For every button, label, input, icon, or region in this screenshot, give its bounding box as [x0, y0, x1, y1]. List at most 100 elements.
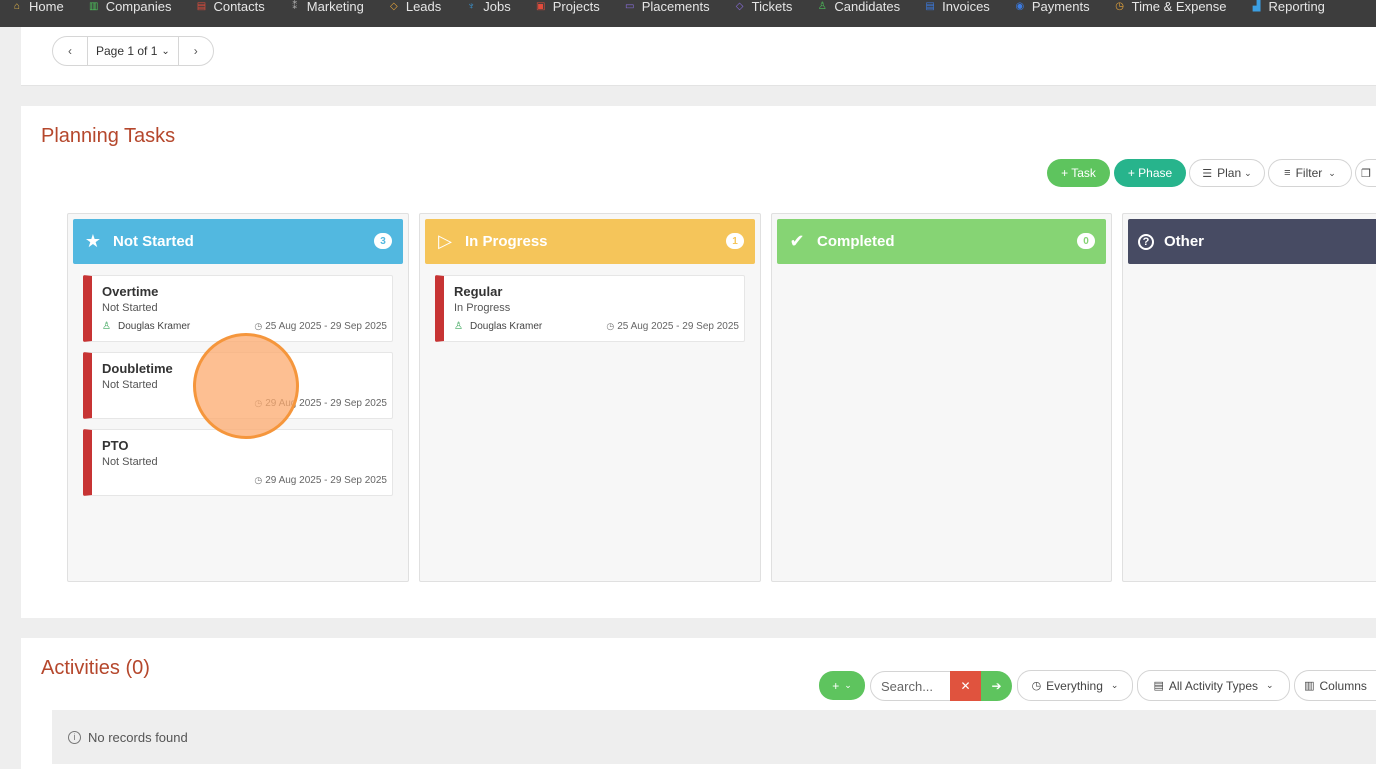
column-header-not-started: ★ Not Started 3: [73, 219, 403, 264]
nav-item-companies[interactable]: ▥ Companies: [89, 0, 172, 20]
column-count-badge: 0: [1077, 233, 1095, 249]
add-task-button[interactable]: + Task: [1047, 159, 1110, 187]
plan-dropdown[interactable]: ☰ Plan ⌄: [1189, 159, 1265, 187]
search-go-button[interactable]: ➔: [981, 671, 1012, 701]
nav-item-label: Invoices: [942, 0, 990, 14]
check-icon: ✔: [789, 231, 805, 251]
nav-item-contacts[interactable]: ▤ Contacts: [196, 0, 265, 20]
broadcast-icon: ⁑: [292, 0, 298, 12]
plan-label: Plan: [1217, 166, 1242, 180]
home-icon: ⌂: [13, 0, 21, 12]
task-status: In Progress: [454, 302, 511, 314]
add-activity-button[interactable]: + ⌄: [819, 671, 865, 700]
task-dates: ◷ 25 Aug 2025 - 29 Sep 2025: [606, 321, 739, 332]
page-select[interactable]: Page 1 of 1 ⌄: [87, 37, 179, 65]
clipboard-icon: ▣: [536, 0, 546, 12]
column-header-other: ? Other: [1128, 219, 1376, 264]
column-count-badge: 1: [726, 233, 744, 249]
nav-item-label: Home: [29, 0, 64, 14]
date-range: 29 Aug 2025 - 29 Sep 2025: [265, 475, 387, 486]
no-records-message: i No records found: [52, 710, 1376, 764]
bar-chart-icon: ▟: [1252, 0, 1261, 12]
nav-item-label: Placements: [641, 0, 710, 14]
activity-types-dropdown[interactable]: ▤ All Activity Types ⌄: [1137, 670, 1290, 701]
next-page-button[interactable]: ›: [179, 37, 213, 65]
calendar-icon: ▤: [1153, 680, 1164, 692]
sliders-icon: ☰: [1202, 167, 1213, 180]
activity-search-input[interactable]: Search...: [870, 671, 951, 701]
task-card-pto[interactable]: PTO Not Started ◷ 29 Aug 2025 - 29 Sep 2…: [83, 429, 393, 496]
task-status: Not Started: [102, 456, 158, 468]
nav-item-label: Leads: [405, 0, 442, 14]
page-label: Page 1 of 1: [96, 44, 158, 58]
contact-book-icon: ▤: [196, 0, 207, 12]
click-indicator: [193, 333, 299, 439]
columns-icon: ▥: [1304, 680, 1315, 692]
clock-icon: ◷: [254, 475, 263, 485]
info-icon: i: [68, 730, 81, 744]
nav-item-label: Contacts: [213, 0, 265, 14]
nav-item-tickets[interactable]: ◇ Tickets: [735, 0, 793, 20]
trophy-icon: ♆: [467, 0, 476, 12]
nav-item-reporting[interactable]: ▟ Reporting: [1252, 0, 1325, 20]
nav-item-projects[interactable]: ▣ Projects: [536, 0, 600, 20]
task-dates: ◷ 29 Aug 2025 - 29 Sep 2025: [254, 475, 387, 486]
nav-item-label: Companies: [105, 0, 172, 14]
column-title: Completed: [817, 233, 895, 250]
briefcase-icon: ▭: [624, 0, 635, 12]
chevron-down-icon: ⌄: [161, 45, 170, 57]
clock-icon: ◷: [1115, 0, 1124, 12]
pager: ‹ Page 1 of 1 ⌄ ›: [52, 36, 214, 66]
activities-title: Activities (0): [41, 657, 150, 679]
filter-dropdown[interactable]: ≡ Filter ⌄: [1268, 159, 1352, 187]
board-column-other: ? Other: [1122, 213, 1376, 582]
task-card-overtime[interactable]: Overtime Not Started ♙ Douglas Kramer ◷ …: [83, 275, 393, 342]
previous-page-button[interactable]: ‹: [53, 37, 87, 65]
copy-icon: ❐: [1361, 167, 1371, 180]
clock-icon: ◷: [254, 321, 263, 331]
chevron-down-icon: ⌄: [844, 680, 852, 690]
top-navigation: ⌂ Home ▥ Companies ▤ Contacts ⁑ Marketing ◇ Leads…: [0, 0, 1376, 27]
add-phase-button[interactable]: + Phase: [1114, 159, 1186, 187]
nav-item-jobs[interactable]: ♆ Jobs: [466, 0, 511, 20]
invoice-icon: ▤: [925, 0, 935, 12]
nav-item-home[interactable]: ⌂ Home: [12, 0, 64, 20]
clear-search-button[interactable]: ✕: [950, 671, 981, 701]
nav-item-label: Projects: [552, 0, 600, 14]
board-column-in-progress: ▷ In Progress 1 Regular In Progress ♙ Do…: [419, 213, 761, 582]
nav-item-payments[interactable]: ◉ Payments: [1015, 0, 1089, 20]
nav-item-label: Marketing: [306, 0, 364, 14]
user-icon: ♙: [817, 0, 827, 12]
column-count-badge: 3: [374, 233, 392, 249]
task-assignee: ♙ Douglas Kramer: [102, 321, 190, 332]
nav-item-leads[interactable]: ◇ Leads: [389, 0, 441, 20]
task-title: Doubletime: [102, 361, 173, 376]
tag-icon: ◇: [735, 0, 744, 12]
activity-types-label: All Activity Types: [1168, 678, 1258, 693]
task-card-regular[interactable]: Regular In Progress ♙ Douglas Kramer ◷ 2…: [435, 275, 745, 342]
column-title: Not Started: [113, 233, 194, 250]
date-range: 25 Aug 2025 - 29 Sep 2025: [265, 321, 387, 332]
nav-item-marketing[interactable]: ⁑ Marketing: [290, 0, 364, 20]
column-title: Other: [1164, 233, 1205, 250]
nav-item-label: Reporting: [1268, 0, 1325, 14]
nav-item-placements[interactable]: ▭ Placements: [625, 0, 710, 20]
user-icon: ♙: [454, 321, 463, 332]
nav-item-invoices[interactable]: ▤ Invoices: [925, 0, 990, 20]
clock-icon: ◷: [606, 321, 615, 331]
task-title: Overtime: [102, 284, 159, 299]
task-dates: ◷ 25 Aug 2025 - 29 Sep 2025: [254, 321, 387, 332]
activities-panel: Activities (0) + ⌄ Search... ✕ ➔ ◷ Every…: [21, 638, 1376, 769]
coins-icon: ◉: [1015, 0, 1025, 12]
assignee-name: Douglas Kramer: [469, 321, 543, 332]
task-assignee: ♙ Douglas Kramer: [454, 321, 542, 332]
pager-panel: ‹ Page 1 of 1 ⌄ ›: [21, 27, 1376, 86]
nav-item-time-expense[interactable]: ◷ Time & Expense: [1115, 0, 1226, 20]
planning-tasks-title: Planning Tasks: [41, 125, 176, 147]
copy-button[interactable]: ❐: [1355, 159, 1376, 187]
filter-icon: ≡: [1284, 167, 1291, 179]
nav-item-candidates[interactable]: ♙ Candidates: [817, 0, 900, 20]
no-records-text: No records found: [88, 729, 188, 745]
columns-dropdown[interactable]: ▥ Columns: [1294, 670, 1376, 701]
everything-dropdown[interactable]: ◷ Everything ⌄: [1017, 670, 1133, 701]
